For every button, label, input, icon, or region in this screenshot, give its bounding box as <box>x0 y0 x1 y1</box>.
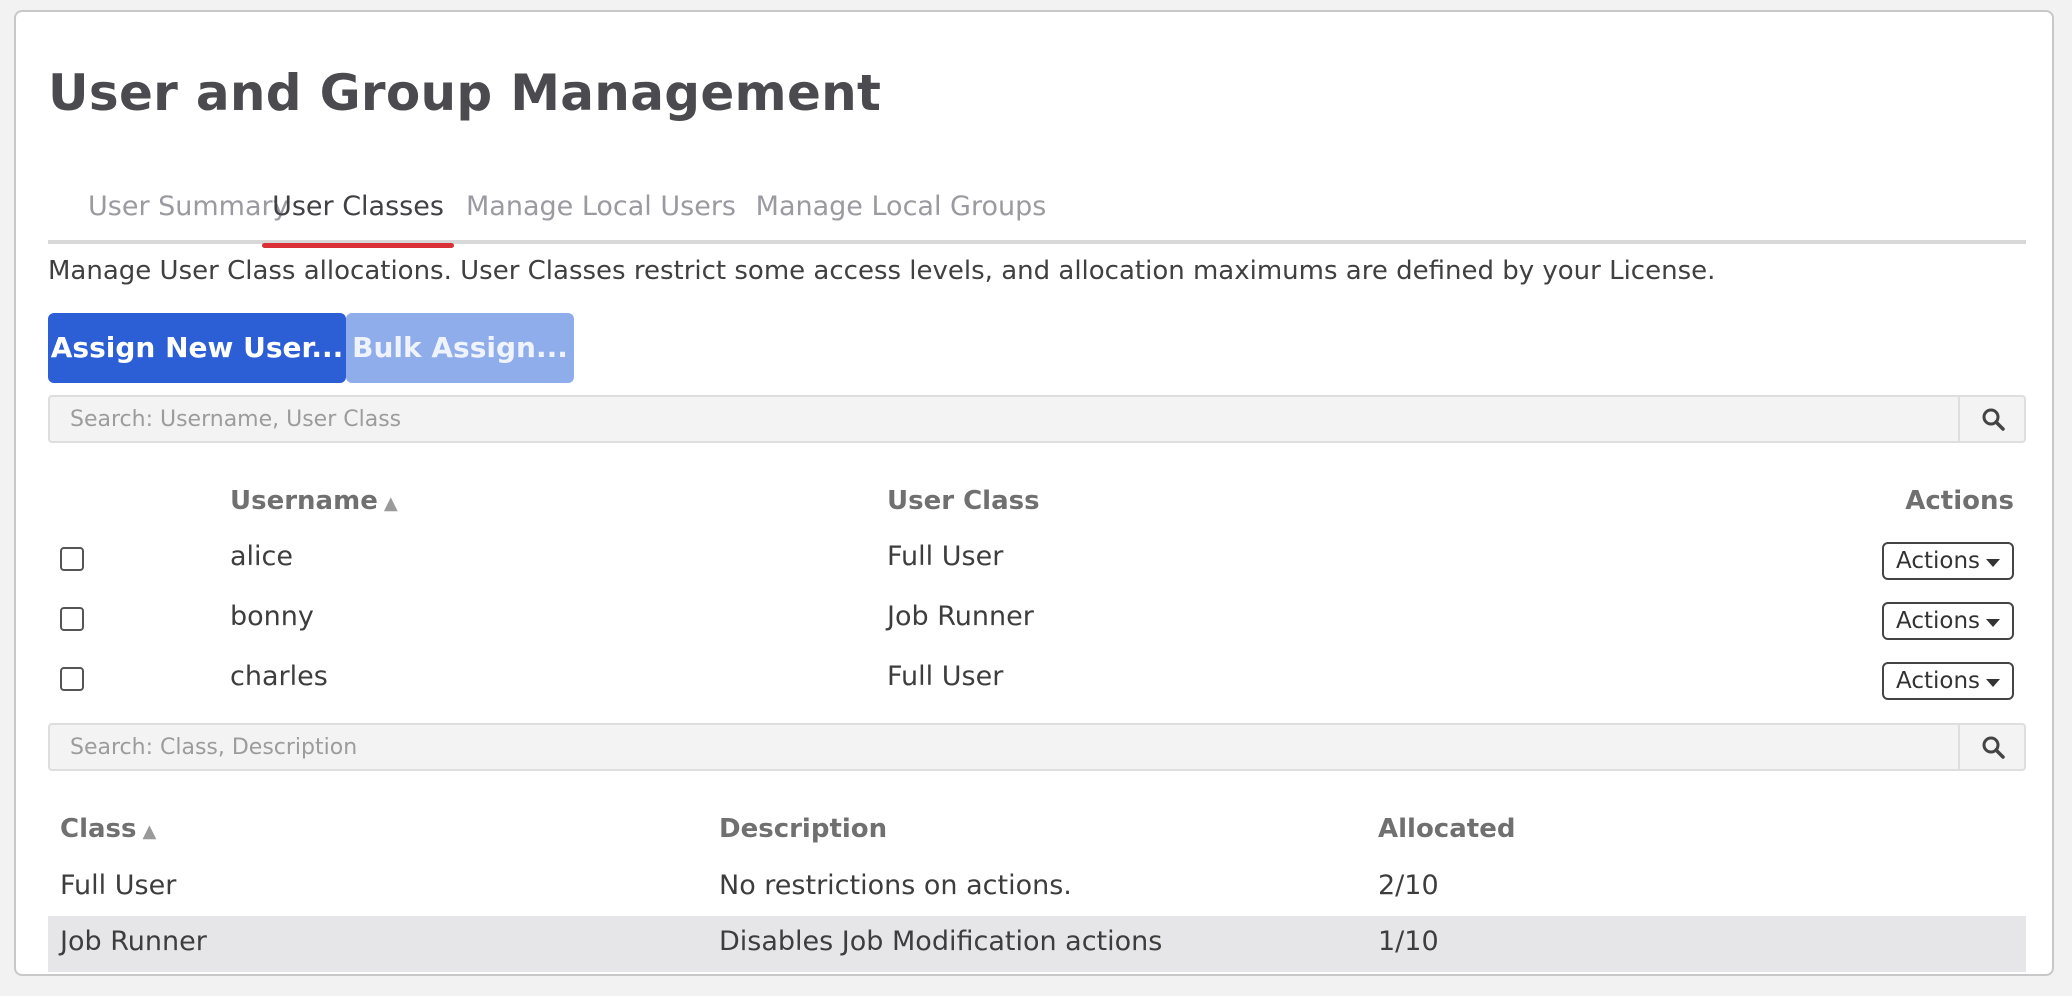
tab-user-summary[interactable]: User Summary <box>88 172 289 244</box>
intro-text: Manage User Class allocations. User Clas… <box>48 256 1716 286</box>
sort-asc-icon: ▲ <box>383 493 398 514</box>
column-header-user-class[interactable]: User Class <box>887 486 1040 516</box>
actions-label: Actions <box>1896 608 1981 634</box>
username-cell: alice <box>230 541 294 572</box>
allocated-cell: 1/10 <box>1378 926 1439 957</box>
user-class-cell: Full User <box>887 661 1004 692</box>
table-row: Job Runner Disables Job Modification act… <box>48 916 2026 972</box>
sort-asc-icon: ▲ <box>142 821 157 842</box>
caret-down-icon <box>1986 679 2000 687</box>
row-checkbox[interactable] <box>60 667 84 691</box>
tab-manage-local-groups[interactable]: Manage Local Groups <box>753 172 1049 244</box>
column-header-class[interactable]: Class ▲ <box>60 814 156 844</box>
search-icon <box>1982 408 2005 431</box>
class-cell: Full User <box>60 870 177 901</box>
search-icon <box>1982 736 2005 759</box>
class-search-button[interactable] <box>1958 725 2024 769</box>
bulk-assign-button[interactable]: Bulk Assign... <box>346 313 574 383</box>
description-cell: No restrictions on actions. <box>719 870 1072 901</box>
class-search-input[interactable] <box>50 725 1960 769</box>
column-header-actions: Actions <box>1905 486 2014 516</box>
tab-manage-local-users[interactable]: Manage Local Users <box>466 172 736 244</box>
user-class-cell: Job Runner <box>887 601 1034 632</box>
description-cell: Disables Job Modification actions <box>719 926 1163 957</box>
user-search-bar <box>48 395 2026 443</box>
user-search-button[interactable] <box>1958 397 2024 441</box>
column-header-allocated[interactable]: Allocated <box>1378 814 1515 844</box>
tab-bar: User Summary User Classes Manage Local U… <box>48 172 2026 248</box>
allocated-cell: 2/10 <box>1378 870 1439 901</box>
user-search-input[interactable] <box>50 397 1960 441</box>
username-cell: charles <box>230 661 328 692</box>
row-checkbox[interactable] <box>60 547 84 571</box>
table-row: Full User No restrictions on actions. 2/… <box>48 860 2026 916</box>
caret-down-icon <box>1986 559 2000 567</box>
caret-down-icon <box>1986 619 2000 627</box>
management-card: User and Group Management User Summary U… <box>14 10 2054 976</box>
column-header-description[interactable]: Description <box>719 814 887 844</box>
user-class-cell: Full User <box>887 541 1004 572</box>
class-cell: Job Runner <box>60 926 207 957</box>
actions-label: Actions <box>1896 548 1981 574</box>
row-actions-dropdown[interactable]: Actions <box>1882 602 2014 640</box>
row-actions-dropdown[interactable]: Actions <box>1882 662 2014 700</box>
tab-user-classes[interactable]: User Classes <box>262 172 454 248</box>
class-search-bar <box>48 723 2026 771</box>
assign-new-user-button[interactable]: Assign New User... <box>48 313 346 383</box>
page-title: User and Group Management <box>48 64 882 122</box>
username-cell: bonny <box>230 601 314 632</box>
column-header-username[interactable]: Username ▲ <box>230 486 398 516</box>
username-header-label: Username <box>230 486 378 516</box>
class-header-label: Class <box>60 814 137 844</box>
row-checkbox[interactable] <box>60 607 84 631</box>
row-actions-dropdown[interactable]: Actions <box>1882 542 2014 580</box>
actions-label: Actions <box>1896 668 1981 694</box>
